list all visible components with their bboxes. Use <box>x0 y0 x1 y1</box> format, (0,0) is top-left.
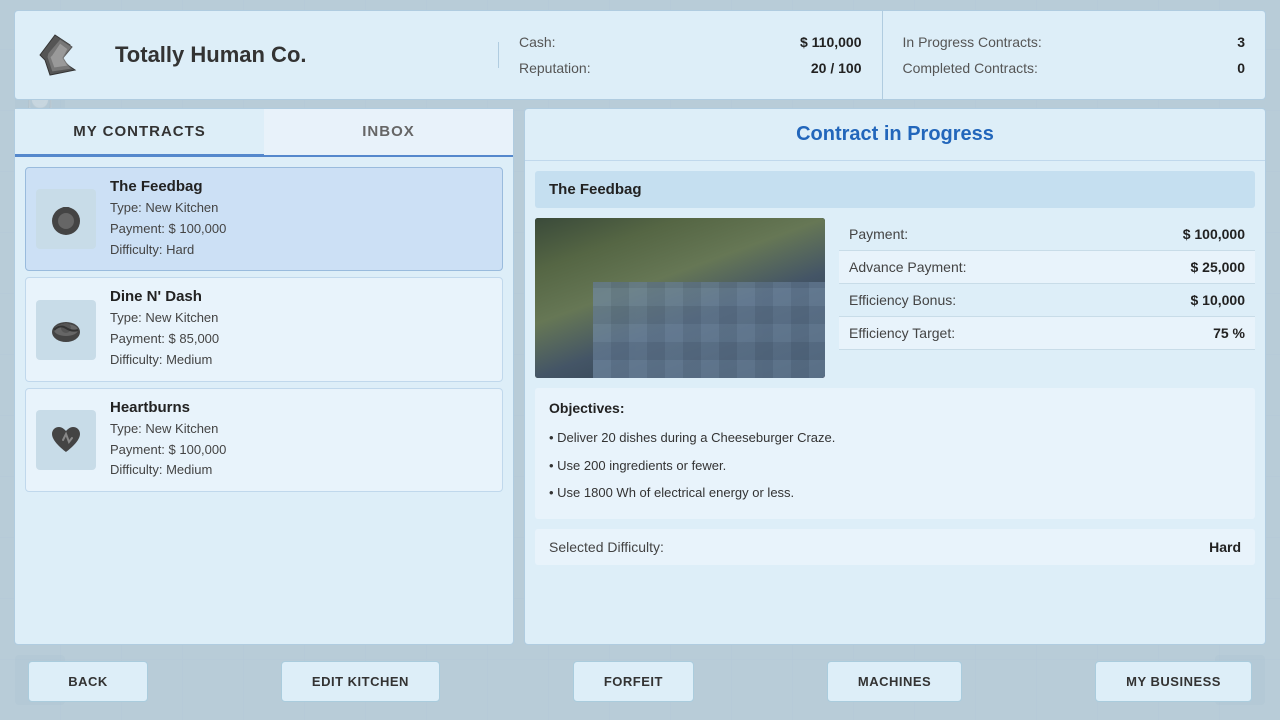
contract-icon-heartburns <box>36 410 96 470</box>
contract-icon-dine-n-dash <box>36 300 96 360</box>
advance-label: Advance Payment: <box>849 259 967 275</box>
contract-icon-feedbag <box>36 189 96 249</box>
company-name: Totally Human Co. <box>105 42 499 68</box>
efficiency-bonus-label: Efficiency Bonus: <box>849 292 956 308</box>
contract-payment-heartburns: Payment: $ 100,000 <box>110 440 492 461</box>
contract-name-heartburns: Heartburns <box>110 399 492 416</box>
completed-stat: Completed Contracts: 0 <box>903 60 1246 76</box>
left-panel: MY CONTRACTS INBOX The Feedba <box>14 108 514 645</box>
stat-col-left: Cash: $ 110,000 Reputation: 20 / 100 <box>499 11 883 99</box>
efficiency-target-value: 75 % <box>1213 325 1245 341</box>
company-logo <box>15 10 105 100</box>
contract-item-dine-n-dash[interactable]: Dine N' Dash Type: New Kitchen Payment: … <box>25 277 503 381</box>
toolbar-buttons: BACK EDIT KITCHEN FORFEIT MACHINES MY BU… <box>28 661 1252 702</box>
contract-image <box>535 218 825 378</box>
content-area: MY CONTRACTS INBOX The Feedba <box>14 108 1266 645</box>
reputation-label: Reputation: <box>519 60 591 76</box>
payment-label: Payment: <box>849 226 908 242</box>
edit-kitchen-button[interactable]: EDIT KITCHEN <box>281 661 440 702</box>
contract-info-heartburns: Heartburns Type: New Kitchen Payment: $ … <box>110 399 492 481</box>
difficulty-section: Selected Difficulty: Hard <box>535 529 1255 565</box>
contract-type-dine-n-dash: Type: New Kitchen <box>110 308 492 329</box>
tab-inbox[interactable]: INBOX <box>264 109 513 155</box>
header-stats: Cash: $ 110,000 Reputation: 20 / 100 In … <box>499 11 1265 99</box>
in-progress-label: In Progress Contracts: <box>903 34 1042 50</box>
contract-payment-feedbag: Payment: $ 100,000 <box>110 219 492 240</box>
objectives-section: Objectives: • Deliver 20 dishes during a… <box>535 388 1255 519</box>
contract-name-dine-n-dash: Dine N' Dash <box>110 288 492 305</box>
contracts-list: The Feedbag Type: New Kitchen Payment: $… <box>15 157 513 644</box>
reputation-stat: Reputation: 20 / 100 <box>519 60 862 76</box>
right-panel: Contract in Progress The Feedbag <box>524 108 1266 645</box>
contract-payment-dine-n-dash: Payment: $ 85,000 <box>110 329 492 350</box>
contract-difficulty-feedbag: Difficulty: Hard <box>110 240 492 261</box>
contract-type-feedbag: Type: New Kitchen <box>110 198 492 219</box>
objective-3: • Use 1800 Wh of electrical energy or le… <box>549 479 1241 507</box>
forfeit-button[interactable]: FORFEIT <box>573 661 694 702</box>
reputation-value: 20 / 100 <box>811 60 862 76</box>
contract-financials: Payment: $ 100,000 Advance Payment: $ 25… <box>839 218 1255 378</box>
efficiency-bonus-value: $ 10,000 <box>1191 292 1246 308</box>
financial-row-efficiency-bonus: Efficiency Bonus: $ 10,000 <box>839 284 1255 317</box>
contract-item-heartburns[interactable]: Heartburns Type: New Kitchen Payment: $ … <box>25 388 503 492</box>
cash-label: Cash: <box>519 34 556 50</box>
financial-row-advance: Advance Payment: $ 25,000 <box>839 251 1255 284</box>
objective-2: • Use 200 ingredients or fewer. <box>549 452 1241 480</box>
in-progress-stat: In Progress Contracts: 3 <box>903 34 1246 50</box>
efficiency-target-label: Efficiency Target: <box>849 325 955 341</box>
contract-info-feedbag: The Feedbag Type: New Kitchen Payment: $… <box>110 178 492 260</box>
toolbar: BACK EDIT KITCHEN FORFEIT MACHINES MY BU… <box>14 653 1266 710</box>
contract-title-bar: The Feedbag <box>535 171 1255 208</box>
completed-label: Completed Contracts: <box>903 60 1038 76</box>
machines-button[interactable]: MACHINES <box>827 661 962 702</box>
financial-row-payment: Payment: $ 100,000 <box>839 218 1255 251</box>
contract-details: The Feedbag <box>525 161 1265 644</box>
in-progress-value: 3 <box>1237 34 1245 50</box>
financial-row-efficiency-target: Efficiency Target: 75 % <box>839 317 1255 350</box>
completed-value: 0 <box>1237 60 1245 76</box>
tab-my-contracts[interactable]: MY CONTRACTS <box>15 109 264 157</box>
cash-stat: Cash: $ 110,000 <box>519 34 862 50</box>
contract-in-progress-title: Contract in Progress <box>525 109 1265 161</box>
contract-item-feedbag[interactable]: The Feedbag Type: New Kitchen Payment: $… <box>25 167 503 271</box>
contract-name-feedbag: The Feedbag <box>110 178 492 195</box>
tab-bar: MY CONTRACTS INBOX <box>15 109 513 157</box>
contract-difficulty-dine-n-dash: Difficulty: Medium <box>110 350 492 371</box>
kitchen-preview <box>535 218 825 378</box>
advance-value: $ 25,000 <box>1191 259 1246 275</box>
payment-value: $ 100,000 <box>1183 226 1245 242</box>
contract-body: Payment: $ 100,000 Advance Payment: $ 25… <box>535 218 1255 378</box>
contract-difficulty-heartburns: Difficulty: Medium <box>110 460 492 481</box>
difficulty-value: Hard <box>1209 539 1241 555</box>
cash-value: $ 110,000 <box>800 34 862 50</box>
contract-type-heartburns: Type: New Kitchen <box>110 419 492 440</box>
back-button[interactable]: BACK <box>28 661 148 702</box>
objective-1: • Deliver 20 dishes during a Cheeseburge… <box>549 424 1241 452</box>
header: Totally Human Co. Cash: $ 110,000 Reputa… <box>14 10 1266 100</box>
my-business-button[interactable]: MY BUSINESS <box>1095 661 1252 702</box>
stat-col-right: In Progress Contracts: 3 Completed Contr… <box>883 11 1266 99</box>
difficulty-label: Selected Difficulty: <box>549 539 664 555</box>
contract-info-dine-n-dash: Dine N' Dash Type: New Kitchen Payment: … <box>110 288 492 370</box>
objectives-title: Objectives: <box>549 400 1241 416</box>
